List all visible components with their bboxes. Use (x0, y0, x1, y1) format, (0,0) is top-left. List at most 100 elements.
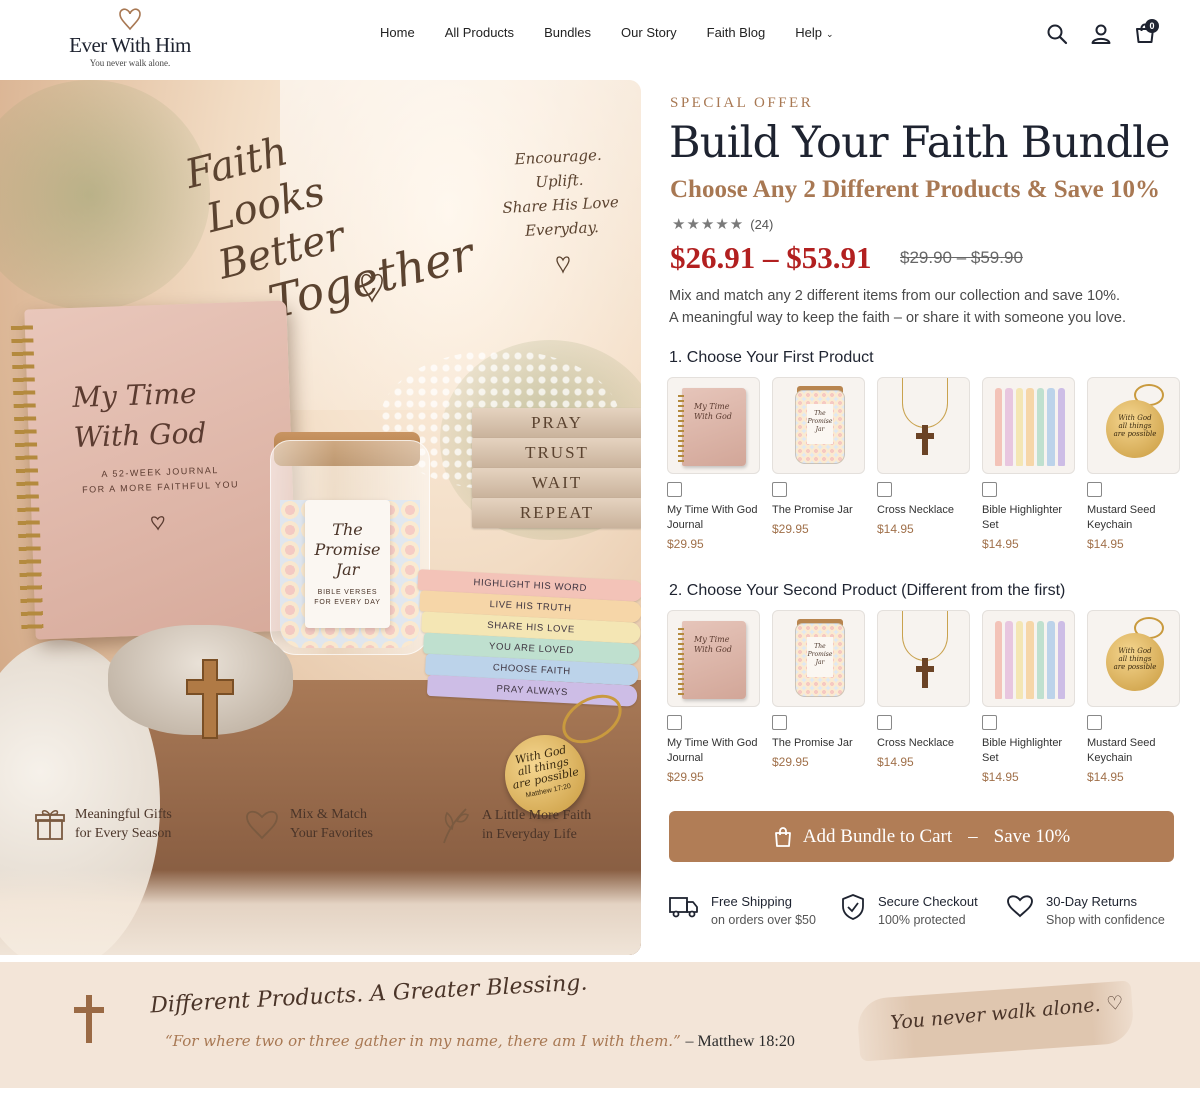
journal-thumb: My Time With God (678, 621, 746, 699)
product-image[interactable]: The Promise Jar (772, 610, 865, 707)
banner-quote-ref: – Matthew 18:20 (685, 1033, 795, 1050)
heart-icon (119, 8, 141, 31)
nav-our-story[interactable]: Our Story (621, 25, 677, 40)
product-price: $29.95 (772, 755, 809, 769)
product-checkbox[interactable] (772, 482, 787, 497)
heart-icon (151, 516, 165, 531)
product-image[interactable] (982, 377, 1075, 474)
marker-thumb (1036, 621, 1045, 699)
thumb-text-line: Jar (815, 426, 825, 433)
product-name: My Time With God Journal (667, 737, 758, 764)
thumb-text-line: With God (694, 412, 732, 421)
product-checkbox[interactable] (667, 715, 682, 730)
thumb-text-line: are possible (1113, 430, 1157, 438)
hero-feature-gifts: Meaningful Gifts for Every Season (35, 805, 172, 843)
journal-title-line: With God (73, 416, 207, 455)
marker-thumb (1026, 388, 1034, 466)
product-option[interactable]: With God all things are possible Mustard Se… (1087, 377, 1180, 551)
product-name: Mustard Seed Keychain (1087, 504, 1156, 531)
truck-icon (669, 897, 698, 918)
product-image[interactable]: With God all things are possible (1087, 610, 1180, 707)
nav-help[interactable]: Help ⌄ (795, 25, 833, 40)
cart-button-label: Add Bundle to Cart (802, 825, 953, 847)
description: Mix and match any 2 different items from… (669, 285, 1179, 329)
nav-all-products[interactable]: All Products (445, 25, 514, 40)
nav-faith-blog[interactable]: Faith Blog (707, 25, 766, 40)
product-price: $29.95 (772, 522, 809, 536)
cross-icon (74, 995, 104, 1043)
thumb-text: With God all things are possible (1106, 633, 1164, 691)
page-title: Build Your Faith Bundle (669, 118, 1171, 168)
thumb-text-line: The (814, 410, 826, 417)
trust-subtitle: 100% protected (878, 913, 966, 927)
star-rating-icon: ★★★★★ (672, 216, 745, 233)
foliage (0, 80, 210, 310)
search-icon[interactable] (1045, 22, 1069, 46)
thumb-text-line: My Time (694, 635, 730, 644)
cross-icon (916, 658, 934, 688)
thumb-text: My Time With God (694, 635, 732, 655)
product-option[interactable]: My Time With God My Time With God Journal $… (667, 610, 760, 784)
product-price: $14.95 (982, 537, 1019, 551)
thumb-text: My Time With God (694, 402, 732, 422)
product-checkbox[interactable] (667, 482, 682, 497)
product-checkbox[interactable] (1087, 482, 1102, 497)
product-checkbox[interactable] (877, 482, 892, 497)
marker-thumb (1015, 388, 1024, 466)
journal-title-line: My Time (71, 376, 198, 415)
book-spine: TRUST (472, 438, 641, 468)
product-checkbox[interactable] (877, 715, 892, 730)
step1-title: 1. Choose Your First Product (669, 349, 874, 366)
account-icon[interactable] (1089, 22, 1113, 46)
product-image[interactable] (877, 377, 970, 474)
product-image[interactable] (877, 610, 970, 707)
product-option[interactable]: The Promise Jar The Promise Jar $29.95 (772, 377, 865, 536)
product-option[interactable]: Cross Necklace $14.95 (877, 377, 970, 536)
trust-free-shipping: Free Shipping on orders over $50 (669, 893, 816, 930)
thumb-text-line: all things (1118, 655, 1152, 663)
logo-name: Ever With Him (69, 33, 191, 57)
product-image[interactable]: My Time With God (667, 610, 760, 707)
product-option[interactable]: My Time With God My Time With God Journal $… (667, 377, 760, 551)
thumb-text-line: Promise (807, 651, 833, 658)
heart-icon (246, 810, 278, 840)
jar-tag-title-line: Jar (335, 560, 360, 579)
marker-thumb (1057, 388, 1065, 466)
logo-tagline: You never walk alone. (89, 58, 171, 68)
product-option[interactable]: Bible Highlighter Set $14.95 (982, 610, 1075, 784)
product-checkbox[interactable] (982, 715, 997, 730)
product-name: The Promise Jar (772, 504, 853, 516)
add-bundle-to-cart-button[interactable]: Add Bundle to Cart – Save 10% (669, 811, 1174, 862)
trust-title: Free Shipping (711, 894, 792, 909)
product-checkbox[interactable] (772, 715, 787, 730)
book-stack: PRAY TRUST WAIT REPEAT (472, 408, 641, 548)
jar-tag-title-line: Promise (314, 540, 381, 559)
journal-rings (10, 319, 44, 630)
chain-thumb (902, 378, 948, 428)
product-option[interactable]: The Promise Jar The Promise Jar $29.95 (772, 610, 865, 769)
trust-title: Secure Checkout (878, 894, 978, 909)
hero-feature-line: in Everyday Life (482, 827, 577, 842)
product-image[interactable]: The Promise Jar (772, 377, 865, 474)
product-price: $29.95 (667, 770, 704, 784)
product-option[interactable]: Cross Necklace $14.95 (877, 610, 970, 769)
logo[interactable]: Ever With Him You never walk alone. (60, 6, 200, 68)
product-image[interactable] (982, 610, 1075, 707)
product-option[interactable]: With God all things are possible Mustard Se… (1087, 610, 1180, 784)
rating[interactable]: ★★★★★ (24) (672, 215, 773, 233)
product-checkbox[interactable] (982, 482, 997, 497)
product-name: Mustard Seed Keychain (1087, 737, 1156, 764)
product-checkbox[interactable] (1087, 715, 1102, 730)
nav-bundles[interactable]: Bundles (544, 25, 591, 40)
product-option[interactable]: Bible Highlighter Set $14.95 (982, 377, 1075, 551)
nav-home[interactable]: Home (380, 25, 415, 40)
product-image[interactable]: My Time With God (667, 377, 760, 474)
product-image[interactable]: With God all things are possible (1087, 377, 1180, 474)
hero-feature-line: Mix & Match (290, 807, 367, 822)
banner-quote-text: “For where two or three gather in my nam… (165, 1032, 681, 1050)
heart-icon: ♡ (1105, 991, 1125, 1016)
journal-title: My Time With God (72, 373, 207, 458)
hero-feature-line: for Every Season (75, 826, 172, 841)
trust-subtitle: Shop with confidence (1046, 913, 1165, 927)
product-price: $14.95 (877, 755, 914, 769)
